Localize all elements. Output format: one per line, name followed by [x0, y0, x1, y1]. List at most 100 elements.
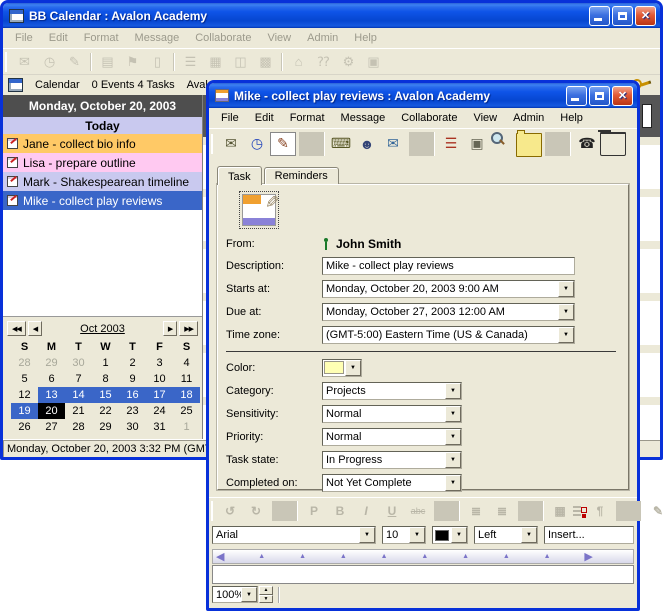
minimize-button[interactable] — [566, 86, 587, 106]
dropdown-arrow-icon[interactable]: ▼ — [558, 304, 574, 320]
ruler-tab-marker[interactable]: ▲ — [503, 553, 510, 560]
ruler-tab-marker[interactable]: ▲ — [340, 553, 347, 560]
dropdown-arrow-icon[interactable]: ▼ — [451, 527, 467, 543]
help-query-icon[interactable]: ⁇ — [311, 51, 336, 73]
email-icon[interactable]: ✉ — [380, 132, 406, 156]
dropdown-arrow-icon[interactable]: ▼ — [445, 383, 461, 399]
task-big-icon[interactable] — [242, 194, 276, 226]
message-lines-icon[interactable]: ☰ — [438, 132, 464, 156]
toolbar-grip[interactable] — [211, 501, 213, 521]
menu-item[interactable]: File — [213, 108, 247, 128]
task-list-item[interactable]: Mark - Shakespearean timeline — [3, 172, 202, 191]
ruler-tab-marker[interactable]: ▲ — [381, 553, 388, 560]
toolbar-grip[interactable] — [211, 134, 214, 154]
menu-item[interactable]: Message — [333, 108, 394, 128]
next-month-button[interactable]: ▶ — [163, 321, 177, 336]
calendar-day[interactable]: 8 — [92, 371, 119, 387]
calendar-day[interactable]: 18 — [173, 387, 200, 403]
folder-icon[interactable] — [516, 133, 542, 157]
menu-item[interactable]: Collaborate — [393, 108, 465, 128]
print-icon[interactable]: ▣ — [361, 51, 386, 73]
menu-item[interactable]: Format — [282, 108, 333, 128]
message-icon[interactable]: ▤ — [95, 51, 120, 73]
calendar-day[interactable]: 19 — [11, 403, 38, 419]
phone-icon[interactable]: ☎ — [574, 132, 600, 156]
flag-icon[interactable]: ⚑ — [120, 51, 145, 73]
send-icon[interactable]: ⌨ — [328, 132, 354, 156]
font-size-dropdown[interactable]: 10 ▼ — [382, 526, 426, 544]
new-task-icon[interactable]: ✎ — [62, 51, 87, 73]
new-alarm-icon[interactable]: ◷ — [37, 51, 62, 73]
redo-icon[interactable]: ↻ — [243, 501, 269, 521]
ruler-tab-marker[interactable]: ▲ — [258, 553, 265, 560]
notes-editor-area[interactable] — [212, 565, 634, 584]
task-list-item[interactable]: Lisa - prepare outline — [3, 153, 202, 172]
ruler-right-margin-marker[interactable]: ▶ — [584, 550, 592, 563]
sensitivity-dropdown[interactable]: Normal ▼ — [322, 405, 462, 423]
menu-item[interactable]: File — [7, 28, 41, 48]
close-button[interactable]: ✕ — [612, 86, 633, 106]
prev-month-button[interactable]: ◀ — [28, 321, 42, 336]
underline-icon[interactable]: U — [379, 501, 405, 521]
menu-item[interactable]: Admin — [505, 108, 552, 128]
task-list-item[interactable]: Jane - collect bio info — [3, 134, 202, 153]
delete-icon[interactable] — [600, 132, 626, 156]
calendar-day[interactable]: 5 — [11, 371, 38, 387]
calendar-day[interactable]: 22 — [92, 403, 119, 419]
pen-icon[interactable]: ✎ — [645, 501, 663, 521]
calendar-day[interactable]: 24 — [146, 403, 173, 419]
calendar-day[interactable]: 10 — [146, 371, 173, 387]
dropdown-arrow-icon[interactable]: ▼ — [558, 281, 574, 297]
due-at-dropdown[interactable]: Monday, October 27, 2003 12:00 AM ▼ — [322, 303, 575, 321]
tab-task[interactable]: Task — [217, 166, 262, 185]
menu-item[interactable]: Message — [127, 28, 188, 48]
paragraph-icon[interactable]: P — [301, 501, 327, 521]
new-appointment-icon[interactable]: ✉ — [12, 51, 37, 73]
calendar-day[interactable]: 25 — [173, 403, 200, 419]
font-color-dropdown[interactable]: ▼ — [432, 526, 468, 544]
description-input[interactable]: Mike - collect play reviews — [322, 257, 575, 275]
calendar-day[interactable]: 20 — [38, 403, 65, 419]
category-dropdown[interactable]: Projects ▼ — [322, 382, 462, 400]
calendar-day[interactable]: 7 — [65, 371, 92, 387]
italic-icon[interactable]: I — [353, 501, 379, 521]
calendar-day[interactable]: 27 — [38, 419, 65, 435]
calendar-day[interactable]: 6 — [38, 371, 65, 387]
ruler-tab-marker[interactable]: ▲ — [299, 553, 306, 560]
calendar-day[interactable]: 9 — [119, 371, 146, 387]
menu-item[interactable]: Admin — [299, 28, 346, 48]
calendar-day[interactable]: 2 — [119, 355, 146, 371]
strikethrough-icon[interactable]: abc — [405, 501, 431, 521]
view-grid-icon[interactable]: ▩ — [253, 51, 278, 73]
maximize-button[interactable] — [612, 6, 633, 26]
insert-dropdown[interactable]: Insert... — [544, 526, 634, 544]
calendar-day[interactable]: 15 — [92, 387, 119, 403]
calendar-day[interactable]: 29 — [92, 419, 119, 435]
calendar-day[interactable]: 3 — [146, 355, 173, 371]
menu-item[interactable]: Help — [552, 108, 591, 128]
search-icon[interactable] — [490, 132, 516, 156]
dropdown-arrow-icon[interactable]: ▼ — [345, 360, 361, 376]
calendar-day[interactable]: 31 — [146, 419, 173, 435]
calendar-day[interactable]: 23 — [119, 403, 146, 419]
calendar-day[interactable]: 11 — [173, 371, 200, 387]
alarm-icon[interactable]: ◷ — [244, 132, 270, 156]
task-state-dropdown[interactable]: In Progress ▼ — [322, 451, 462, 469]
alignment-dropdown[interactable]: Left ▼ — [474, 526, 538, 544]
calendar-day[interactable]: 14 — [65, 387, 92, 403]
tools-icon[interactable]: ⚙ — [336, 51, 361, 73]
field-icon[interactable]: ¶ — [587, 501, 613, 521]
ruler-left-margin-marker[interactable]: ◀ — [216, 550, 224, 563]
ruler[interactable]: ◀ ▲ ▲ ▲ ▲ ▲ ▲ ▲ ▲ ▶ — [212, 549, 634, 564]
tab-reminders[interactable]: Reminders — [264, 167, 339, 184]
prev-year-button[interactable]: ◀◀ — [7, 321, 26, 336]
timezone-dropdown[interactable]: (GMT-5:00) Eastern Time (US & Canada) ▼ — [322, 326, 575, 344]
spin-down-icon[interactable]: ▼ — [259, 595, 273, 604]
completed-on-dropdown[interactable]: Not Yet Complete ▼ — [322, 474, 462, 492]
menu-item[interactable]: View — [259, 28, 299, 48]
zoom-spinner[interactable]: ▲ ▼ — [259, 586, 273, 603]
minimize-button[interactable] — [589, 6, 610, 26]
contact-icon[interactable]: ☻ — [354, 132, 380, 156]
outdent-icon[interactable]: ≣ — [463, 501, 489, 521]
calendar-day[interactable]: 13 — [38, 387, 65, 403]
